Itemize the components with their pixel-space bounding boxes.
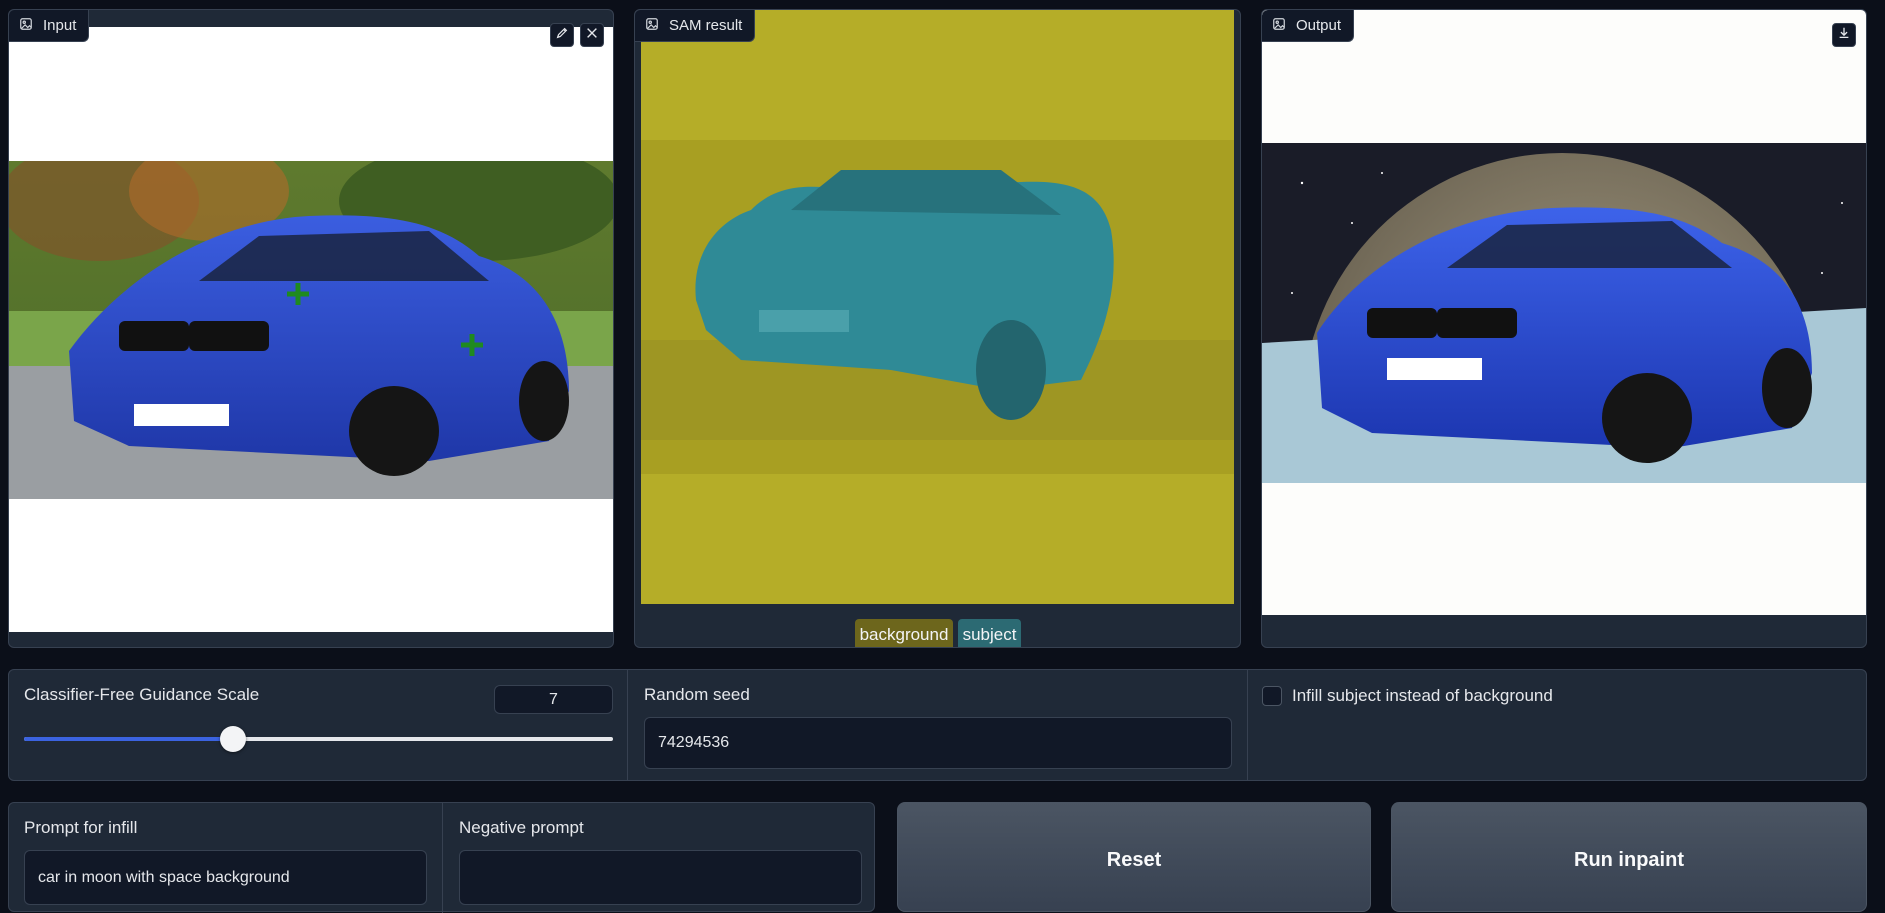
positive-point-marker[interactable] — [285, 281, 311, 307]
prompt-group: Prompt for infill car in moon with space… — [8, 802, 875, 913]
random-seed-label: Random seed — [644, 685, 750, 704]
reset-button[interactable]: Reset — [897, 802, 1371, 912]
image-icon — [645, 17, 659, 35]
input-panel-label: Input — [9, 10, 90, 42]
prompt-textarea[interactable]: car in moon with space background — [24, 850, 427, 905]
car-photo — [9, 161, 613, 499]
random-seed-input[interactable]: 74294536 — [644, 717, 1232, 769]
output-canvas — [1262, 10, 1866, 615]
legend-subject-label: subject — [962, 625, 1017, 644]
divider — [627, 670, 628, 780]
cfg-scale-slider[interactable] — [24, 726, 613, 752]
output-panel-label: Output — [1262, 10, 1355, 42]
output-photo — [1262, 143, 1866, 483]
prompt-label: Prompt for infill — [24, 818, 138, 837]
close-icon — [585, 26, 599, 45]
cfg-scale-label: Classifier-Free Guidance Scale — [24, 685, 260, 704]
download-icon — [1837, 26, 1851, 45]
download-button[interactable] — [1832, 23, 1856, 47]
input-image-panel[interactable]: Input — [8, 9, 614, 648]
legend-background-label: background — [859, 625, 949, 644]
edit-button[interactable] — [550, 23, 574, 47]
run-inpaint-button-label: Run inpaint — [1574, 849, 1684, 871]
reset-button-label: Reset — [1106, 849, 1162, 871]
output-image-panel: Output — [1261, 9, 1867, 648]
slider-thumb[interactable] — [220, 726, 246, 752]
random-seed-value: 74294536 — [658, 734, 730, 751]
sam-panel-label: SAM result — [635, 10, 756, 42]
sam-mask-image — [641, 10, 1234, 604]
image-icon — [1272, 17, 1286, 35]
legend-subject-chip: subject — [958, 619, 1021, 647]
pencil-icon — [555, 26, 569, 45]
settings-row: Classifier-Free Guidance Scale 7 Random … — [8, 669, 1867, 781]
prompt-value: car in moon with space background — [38, 868, 290, 886]
sam-label-text: SAM result — [669, 17, 743, 34]
infill-subject-label[interactable]: Infill subject instead of background — [1292, 686, 1553, 706]
positive-point-marker[interactable] — [459, 332, 485, 358]
clear-button[interactable] — [580, 23, 604, 47]
infill-subject-checkbox[interactable] — [1262, 686, 1282, 706]
legend-background-chip: background — [855, 619, 953, 647]
negative-prompt-label: Negative prompt — [459, 818, 584, 837]
divider — [1247, 670, 1248, 780]
negative-prompt-textarea[interactable] — [459, 850, 862, 905]
slider-fill — [24, 737, 233, 741]
input-label-text: Input — [43, 17, 77, 34]
sam-result-panel: SAM result background subject — [634, 9, 1241, 648]
divider — [442, 803, 443, 913]
cfg-scale-number-input[interactable]: 7 — [494, 685, 613, 714]
image-icon — [19, 17, 33, 35]
run-inpaint-button[interactable]: Run inpaint — [1391, 802, 1867, 912]
input-canvas[interactable] — [9, 27, 613, 632]
output-label-text: Output — [1296, 17, 1342, 34]
cfg-scale-value: 7 — [549, 690, 558, 708]
